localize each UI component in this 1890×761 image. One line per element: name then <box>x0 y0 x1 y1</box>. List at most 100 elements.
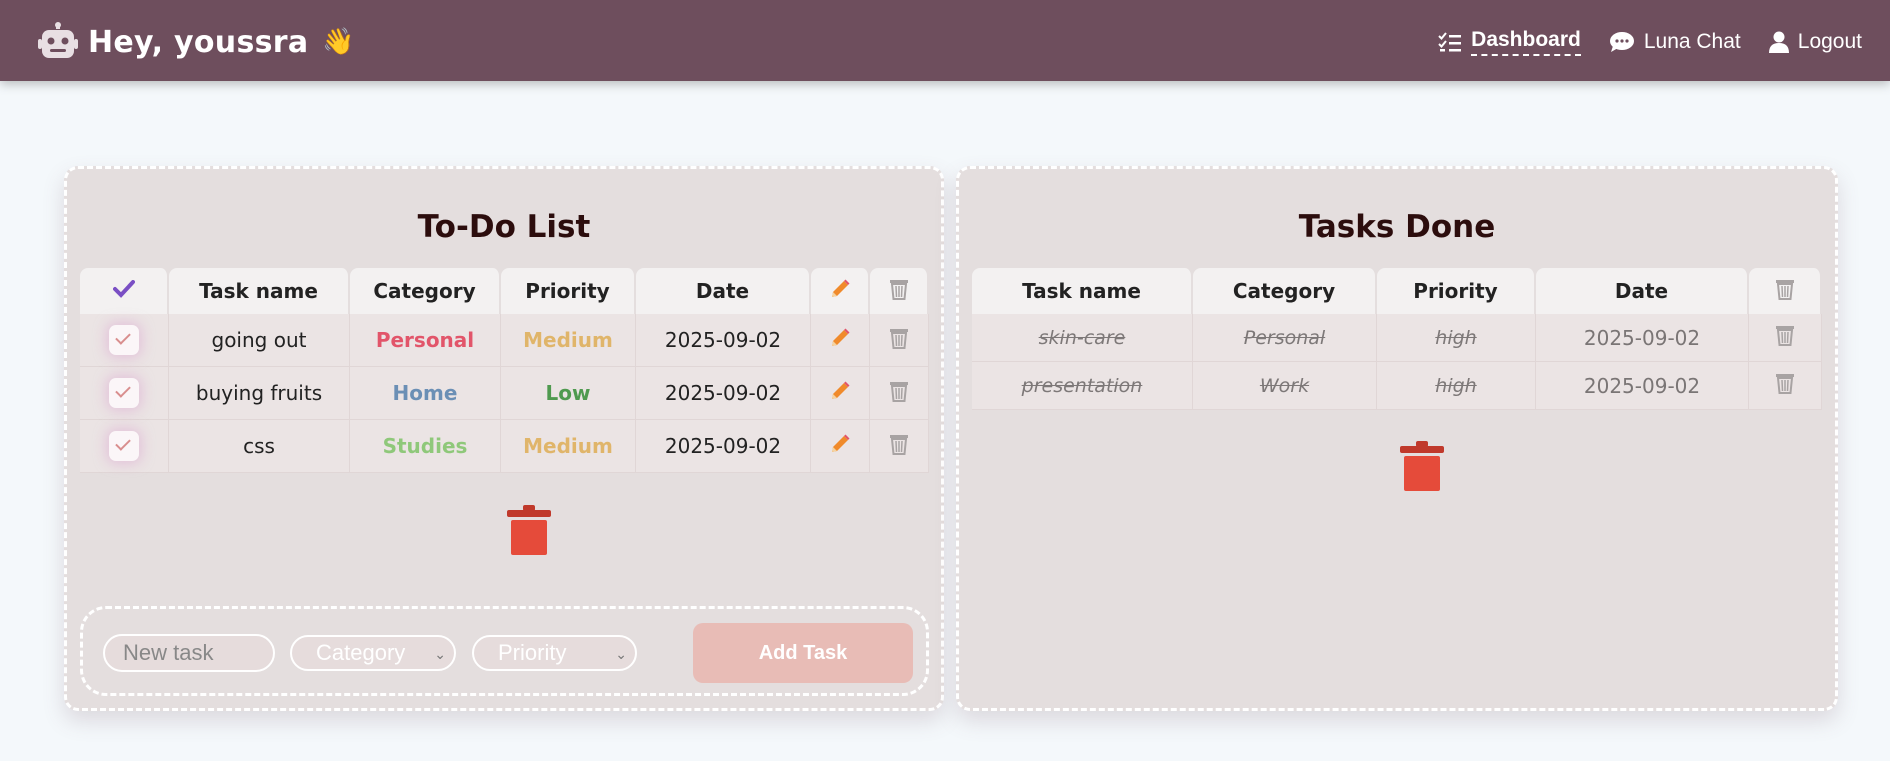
category-select[interactable]: Category ⌄ <box>290 635 456 671</box>
edit-button[interactable] <box>829 433 851 460</box>
table-row: css Studies Medium 2025-09-02 <box>80 420 929 473</box>
pencil-icon <box>831 279 849 297</box>
brand: Hey, youssra 👋 <box>38 20 355 64</box>
nav-luna-chat-label: Luna Chat <box>1643 30 1741 53</box>
nav-dashboard-label: Dashboard <box>1471 28 1581 56</box>
column-header: Date <box>636 268 811 314</box>
complete-checkbox[interactable] <box>109 431 139 461</box>
row-checkbox-cell <box>80 420 169 473</box>
task-priority: Medium <box>501 420 636 473</box>
trash-icon <box>1400 441 1444 491</box>
nav-logout-label: Logout <box>1797 30 1862 53</box>
column-header: Category <box>350 268 501 314</box>
delete-button[interactable] <box>889 433 909 460</box>
done-panel: Tasks Done Task name Category Priority D… <box>956 166 1838 711</box>
clear-all-done-button[interactable] <box>1399 441 1445 497</box>
column-header: Task name <box>169 268 350 314</box>
checklist-icon <box>1438 32 1462 52</box>
waving-hand-emoji: 👋 <box>322 27 355 57</box>
column-header: Task name <box>972 268 1193 314</box>
task-name: buying fruits <box>169 367 350 420</box>
column-header: Category <box>1193 268 1377 314</box>
top-navbar: Hey, youssra 👋 Dashboard Luna Chat Logou… <box>0 0 1890 81</box>
table-row: going out Personal Medium 2025-09-02 <box>80 314 929 367</box>
done-task-name: skin-care <box>972 314 1193 362</box>
trash-icon <box>890 434 908 455</box>
todo-panel: To-Do List Task name Category Priority D… <box>64 166 944 711</box>
edit-button[interactable] <box>829 327 851 354</box>
edit-button[interactable] <box>829 380 851 407</box>
trash-icon <box>889 279 908 300</box>
nav-luna-chat[interactable]: Luna Chat <box>1609 30 1741 54</box>
checkmark-icon <box>112 280 135 298</box>
trash-icon <box>890 381 908 402</box>
delete-cell <box>1749 362 1822 410</box>
row-checkbox-cell <box>80 314 169 367</box>
edit-column-header <box>811 268 870 314</box>
trash-icon <box>1776 374 1794 394</box>
trash-icon <box>890 328 908 349</box>
nav-dashboard[interactable]: Dashboard <box>1438 28 1581 56</box>
trash-icon <box>507 505 551 555</box>
done-table: Task name Category Priority Date skin-ca… <box>972 268 1822 410</box>
table-row: presentation Work high 2025-09-02 <box>972 362 1822 410</box>
select-all-header[interactable] <box>80 268 169 314</box>
priority-select-value: Priority <box>498 640 567 665</box>
delete-cell <box>1749 314 1822 362</box>
done-task-name: presentation <box>972 362 1193 410</box>
table-row: skin-care Personal high 2025-09-02 <box>972 314 1822 362</box>
done-task-priority: high <box>1377 314 1536 362</box>
trash-icon <box>1776 326 1794 346</box>
pencil-icon <box>832 328 850 346</box>
robot-icon <box>38 22 78 58</box>
pencil-icon <box>832 434 850 452</box>
new-task-input[interactable]: New task <box>103 634 275 672</box>
done-task-date: 2025-09-02 <box>1536 362 1749 410</box>
task-date: 2025-09-02 <box>636 420 811 473</box>
edit-cell <box>811 367 870 420</box>
add-task-button[interactable]: Add Task <box>693 623 913 683</box>
delete-cell <box>870 314 929 367</box>
edit-cell <box>811 314 870 367</box>
delete-button[interactable] <box>889 380 909 407</box>
done-task-category: Personal <box>1193 314 1377 362</box>
task-date: 2025-09-02 <box>636 314 811 367</box>
clear-all-todo-button[interactable] <box>506 505 552 561</box>
complete-checkbox[interactable] <box>109 378 139 408</box>
main-nav: Dashboard Luna Chat Logout <box>1410 22 1862 62</box>
complete-checkbox[interactable] <box>109 325 139 355</box>
task-category: Home <box>350 367 501 420</box>
task-date: 2025-09-02 <box>636 367 811 420</box>
category-select-value: Category <box>316 640 406 665</box>
nav-logout[interactable]: Logout <box>1768 30 1862 54</box>
delete-column-header <box>870 268 929 314</box>
done-task-priority: high <box>1377 362 1536 410</box>
edit-cell <box>811 420 870 473</box>
task-name: css <box>169 420 350 473</box>
delete-button[interactable] <box>1775 372 1795 399</box>
chat-bubble-icon <box>1609 32 1634 52</box>
chevron-down-icon: ⌄ <box>615 646 627 662</box>
greeting-text: Hey, youssra <box>88 24 309 60</box>
done-table-header: Task name Category Priority Date <box>972 268 1822 314</box>
delete-button[interactable] <box>889 327 909 354</box>
task-priority: Medium <box>501 314 636 367</box>
todo-table-header: Task name Category Priority Date <box>80 268 929 314</box>
row-checkbox-cell <box>80 367 169 420</box>
column-header: Priority <box>1377 268 1536 314</box>
trash-icon <box>1775 279 1794 300</box>
pencil-icon <box>832 381 850 399</box>
chevron-down-icon: ⌄ <box>434 646 446 662</box>
task-category: Personal <box>350 314 501 367</box>
done-task-date: 2025-09-02 <box>1536 314 1749 362</box>
task-name: going out <box>169 314 350 367</box>
delete-cell <box>870 367 929 420</box>
user-icon <box>1768 31 1789 53</box>
priority-select[interactable]: Priority ⌄ <box>472 635 637 671</box>
done-task-category: Work <box>1193 362 1377 410</box>
delete-cell <box>870 420 929 473</box>
column-header: Priority <box>501 268 636 314</box>
delete-button[interactable] <box>1775 324 1795 351</box>
delete-column-header <box>1749 268 1822 314</box>
column-header: Date <box>1536 268 1749 314</box>
